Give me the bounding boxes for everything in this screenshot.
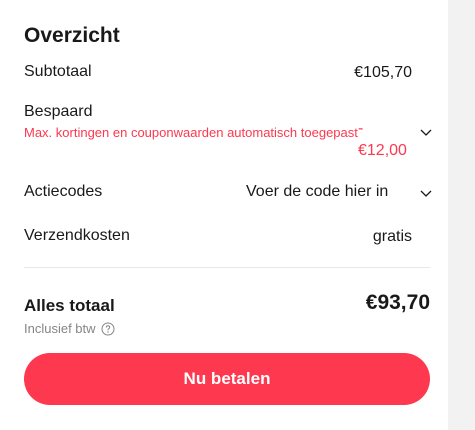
chevron-down-icon[interactable]	[419, 186, 433, 200]
total-label: Alles totaal	[24, 296, 115, 315]
order-summary-card: Overzicht Subtotaal €105,70 Bespaard Max…	[0, 0, 448, 430]
savings-value: - €12,00	[358, 120, 407, 159]
summary-title: Overzicht	[24, 24, 120, 47]
savings-description: Max. kortingen en couponwaarden automati…	[24, 125, 358, 140]
promo-code-input-trigger[interactable]: Voer de code hier in	[246, 183, 388, 201]
vat-note-text: Inclusief btw	[24, 321, 96, 336]
chevron-down-icon[interactable]	[419, 125, 433, 139]
info-icon[interactable]	[101, 322, 115, 336]
vat-note: Inclusief btw	[24, 321, 115, 336]
subtotal-value: €105,70	[354, 64, 412, 81]
shipping-label: Verzendkosten	[24, 227, 130, 244]
promo-code-label: Actiecodes	[24, 183, 103, 200]
pay-now-button[interactable]: Nu betalen	[24, 353, 430, 405]
savings-label: Bespaard	[24, 103, 93, 120]
total-value: €93,70	[365, 291, 430, 314]
divider	[24, 267, 430, 268]
subtotal-label: Subtotaal	[24, 63, 92, 80]
shipping-value: gratis	[372, 228, 412, 245]
